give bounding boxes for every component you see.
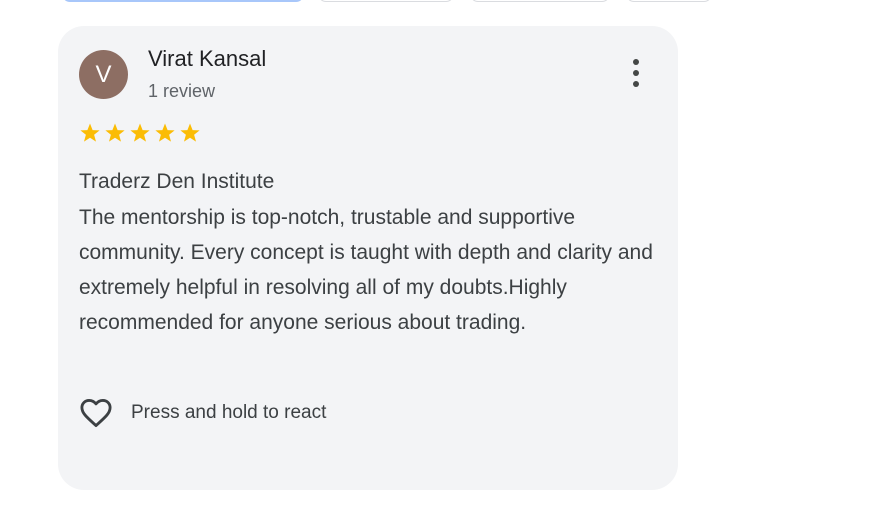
filter-chip[interactable] (318, 0, 454, 2)
place-name: Traderz Den Institute (79, 170, 275, 193)
star-icon (105, 123, 125, 142)
star-icon (180, 123, 200, 142)
reviewer-name[interactable]: Virat Kansal (148, 46, 266, 72)
react-button[interactable]: Press and hold to react (77, 395, 326, 431)
filter-chip[interactable] (626, 0, 712, 2)
review-text: The mentorship is top-notch, trustable a… (79, 206, 653, 334)
review-card: V Virat Kansal 1 review Traderz Den Inst… (58, 26, 678, 490)
review-count: 1 review (148, 81, 216, 101)
filter-chip[interactable] (470, 0, 610, 2)
star-icon (130, 123, 150, 142)
star-icon (80, 123, 100, 142)
filter-chip[interactable] (62, 0, 304, 2)
star-icon (155, 123, 175, 142)
star-rating (78, 121, 202, 145)
more-options-button[interactable] (624, 56, 648, 90)
react-label: Press and hold to react (131, 402, 327, 423)
avatar[interactable]: V (79, 50, 128, 99)
heart-outline-icon (77, 395, 115, 431)
